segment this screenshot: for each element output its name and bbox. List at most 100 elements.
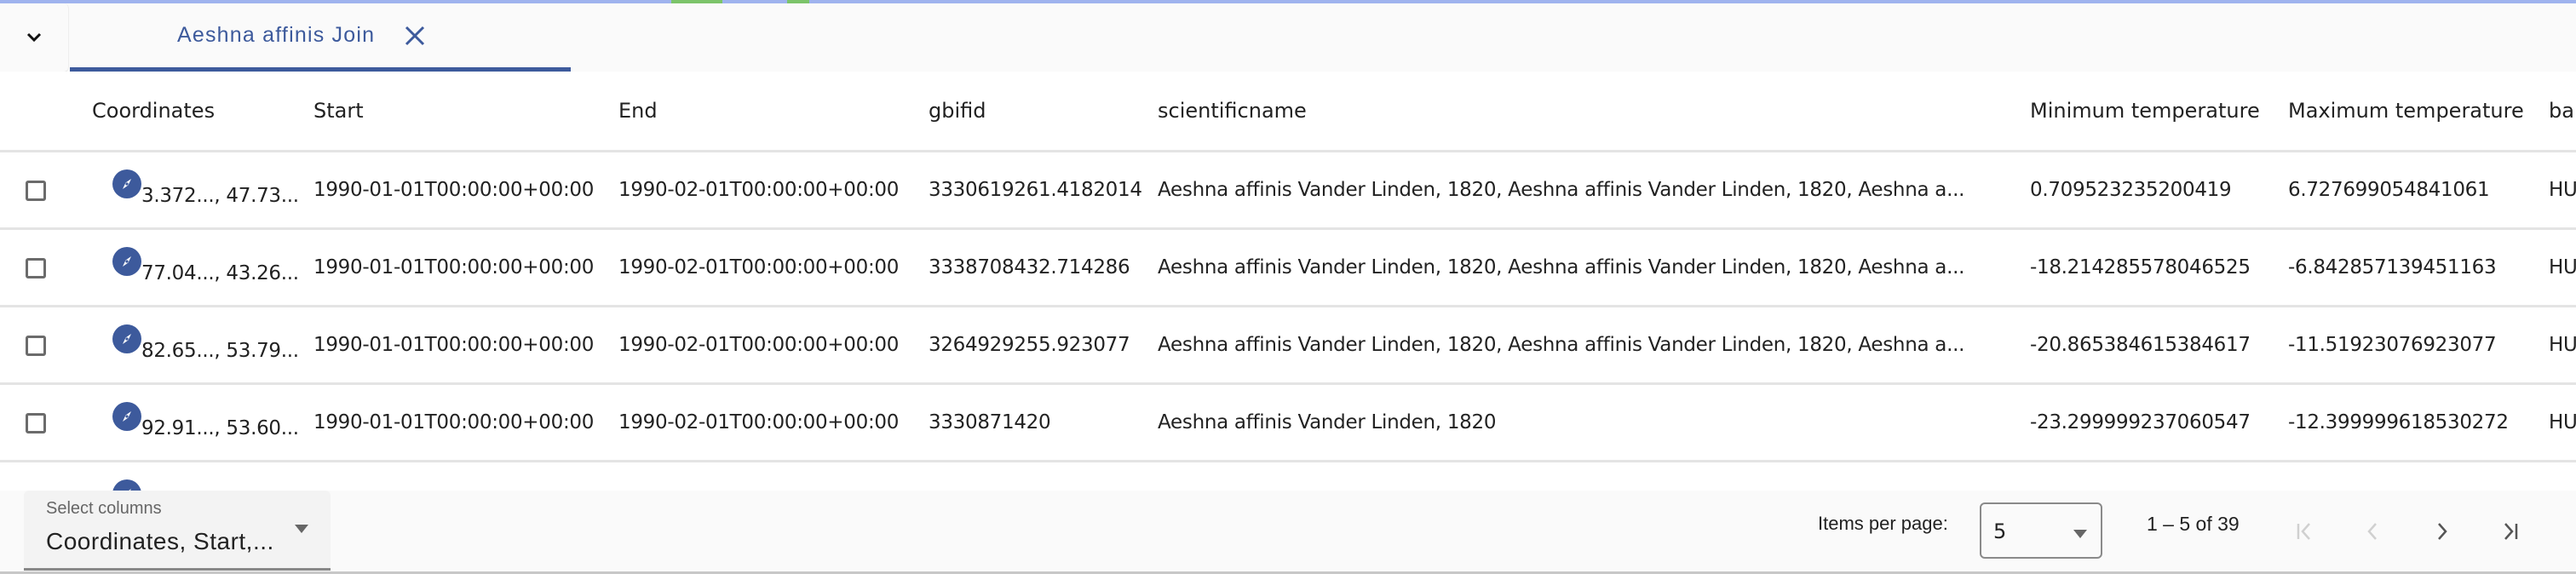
minimum-temperature-cell: -23.299999237060547 (2030, 383, 2288, 462)
column-header-scientificname[interactable]: scientificname (1158, 72, 2030, 152)
start-cell: 1990-01-01T00:00:00+00:00 (313, 306, 618, 385)
row-select-cell (0, 306, 92, 385)
start-cell: 1990-01-01T00:00:00+00:00 (313, 151, 618, 230)
locate-on-map-button[interactable] (112, 247, 141, 276)
items-per-page-label: Items per page: (1818, 513, 1948, 534)
scientificname-cell: Aeshna affinis Vander Linden, 1820 (1158, 383, 2030, 462)
column-header-end[interactable]: End (618, 72, 929, 152)
ba-cell: HU (2549, 461, 2576, 491)
maximum-temperature-cell: -12.399999618530272 (2288, 383, 2549, 462)
minimum-temperature-cell: -20.865384615384617 (2030, 306, 2288, 385)
close-tab-button[interactable] (402, 23, 428, 49)
locate-on-map-button[interactable] (112, 324, 141, 353)
gbifid-cell: 3330871420 (929, 383, 1158, 462)
coordinates-value: 92.91..., 53.60... (141, 417, 299, 439)
last-page-button[interactable] (2484, 506, 2535, 557)
select-columns-value: Coordinates, Start,... (46, 528, 274, 554)
end-cell: 1990-02-01T00:00:00+00:00 (618, 383, 929, 462)
column-header-minimum-temperature[interactable]: Minimum temperature (2030, 72, 2288, 152)
scientificname-cell: Aeshna affinis Vander Linden, 1820, Aesh… (1158, 151, 2030, 230)
maximum-temperature-cell: -6.842857139451163 (2288, 228, 2549, 307)
coordinates-cell: 77.04..., 43.26... (92, 228, 313, 307)
compass-icon (123, 256, 131, 267)
coordinates-cell: 82.65..., 53.79... (92, 306, 313, 385)
compass-icon (129, 489, 131, 491)
row-select-cell (0, 461, 92, 491)
table-row[interactable]: 3.372..., 47.73... 1990-01-01T00:00:00+00… (0, 151, 2576, 230)
column-header-ba[interactable]: ba (2549, 72, 2576, 152)
coordinates-value: 77.04..., 43.26... (141, 262, 299, 284)
ba-cell: HU (2549, 228, 2576, 307)
scientificname-cell: Aeshna affinis Vander Linden, 1820, Aesh… (1158, 306, 2030, 385)
compass-icon (123, 334, 131, 344)
gbifid-cell: 3338708432.714286 (929, 228, 1158, 307)
select-columns-dropdown[interactable]: Select columns Coordinates, Start,... (24, 491, 331, 571)
data-table: Coordinates Start End gbifid scientificn… (0, 72, 2576, 491)
last-page-icon (2504, 523, 2518, 540)
minimum-temperature-cell: 0.709523235200419 (2030, 151, 2288, 230)
chevron-left-icon (2367, 523, 2377, 540)
row-checkbox[interactable] (26, 412, 46, 433)
row-checkbox[interactable] (26, 257, 46, 278)
row-checkbox[interactable] (26, 180, 46, 201)
scientificname-cell: Aeshna affinis Vander Linden, 1820, Aesh… (1158, 461, 2030, 491)
maximum-temperature-cell: -11.51923076923077 (2288, 306, 2549, 385)
next-page-button[interactable] (2416, 506, 2467, 557)
table-row[interactable]: 77.04..., 43.26... 1990-01-01T00:00:00+00… (0, 228, 2576, 307)
tab-bar: Aeshna affinis Join (0, 3, 2576, 72)
gbifid-cell: 3330619261.4182014 (929, 151, 1158, 230)
table-footer: Select columns Coordinates, Start,... It… (0, 491, 2576, 574)
previous-page-button[interactable] (2348, 506, 2399, 557)
coordinates-cell: 92.91..., 53.60... (92, 383, 313, 462)
table-row[interactable]: 1990-01-01T00:00:00+00:001990-02-01T00:0… (0, 461, 2576, 491)
paginator: Items per page: 5 1 – 5 of 39 (1796, 491, 2576, 574)
ba-cell: HU (2549, 383, 2576, 462)
coordinates-value: 82.65..., 53.79... (141, 340, 299, 362)
table-row[interactable]: 82.65..., 53.79... 1990-01-01T00:00:00+00… (0, 306, 2576, 385)
scientificname-cell: Aeshna affinis Vander Linden, 1820, Aesh… (1158, 228, 2030, 307)
end-cell: 1990-02-01T00:00:00+00:00 (618, 151, 929, 230)
ba-cell: HU (2549, 306, 2576, 385)
select-columns-label: Select columns (46, 499, 162, 518)
row-select-cell (0, 383, 92, 462)
table-row[interactable]: 92.91..., 53.60... 1990-01-01T00:00:00+00… (0, 383, 2576, 462)
start-cell: 1990-01-01T00:00:00+00:00 (313, 228, 618, 307)
coordinates-cell (92, 461, 313, 491)
chevron-right-icon (2438, 523, 2447, 540)
items-per-page-value: 5 (1993, 519, 2007, 543)
close-icon (405, 26, 425, 45)
dropdown-arrow-icon (2073, 530, 2087, 538)
column-header-gbifid[interactable]: gbifid (929, 72, 1158, 152)
end-cell: 1990-02-01T00:00:00+00:00 (618, 306, 929, 385)
collapse-panel-button[interactable] (0, 3, 69, 72)
locate-on-map-button[interactable] (112, 402, 141, 431)
column-header-maximum-temperature[interactable]: Maximum temperature (2288, 72, 2549, 152)
tab-label: Aeshna affinis Join (177, 23, 376, 47)
column-header-start[interactable]: Start (313, 72, 618, 152)
coordinates-value: 3.372..., 47.73... (141, 185, 299, 207)
first-page-button[interactable] (2280, 506, 2331, 557)
column-header-coordinates[interactable]: Coordinates (92, 72, 313, 152)
minimum-temperature-cell: -18.214285578046525 (2030, 228, 2288, 307)
start-cell: 1990-01-01T00:00:00+00:00 (313, 383, 618, 462)
locate-on-map-button[interactable] (112, 169, 141, 198)
coordinates-cell: 3.372..., 47.73... (92, 151, 313, 230)
dropdown-arrow-icon (295, 525, 308, 533)
table-header-row: Coordinates Start End gbifid scientificn… (0, 72, 2576, 152)
row-checkbox[interactable] (26, 335, 46, 356)
column-header-select (0, 72, 92, 152)
items-per-page-select[interactable]: 5 (1980, 502, 2102, 559)
page-range-label: 1 – 5 of 39 (2147, 513, 2240, 535)
chevron-down-icon (26, 32, 42, 43)
ba-cell: HU (2549, 151, 2576, 230)
gbifid-cell: 3160560160.5 (929, 461, 1158, 491)
first-page-icon (2297, 523, 2310, 540)
tab-aeshna-affinis-join[interactable]: Aeshna affinis Join (70, 3, 571, 72)
compass-icon (123, 179, 131, 189)
row-select-cell (0, 228, 92, 307)
locate-on-map-button[interactable] (112, 479, 141, 491)
row-select-cell (0, 151, 92, 230)
gbifid-cell: 3264929255.923077 (929, 306, 1158, 385)
end-cell: 1990-02-01T00:00:00+00:00 (618, 228, 929, 307)
maximum-temperature-cell: -6.875 (2288, 461, 2549, 491)
